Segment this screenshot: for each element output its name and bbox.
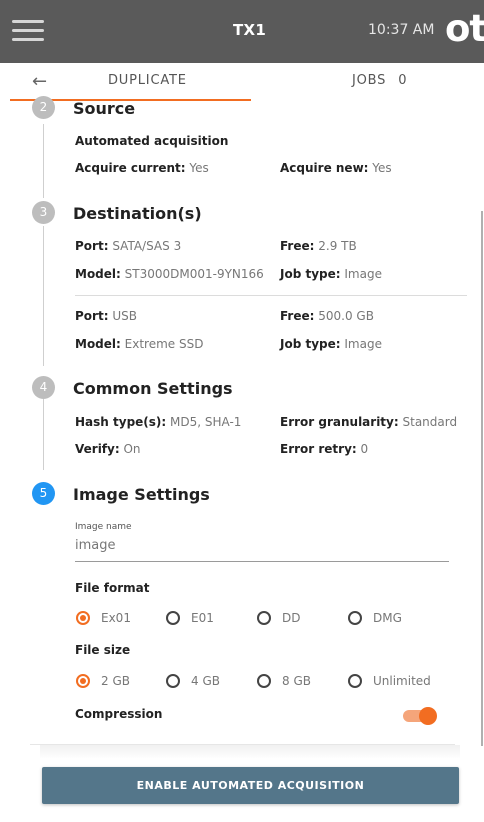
drive-2-free: Free: 500.0 GB bbox=[280, 309, 374, 323]
tab-duplicate[interactable]: DUPLICATE bbox=[108, 73, 187, 88]
error-granularity: Error granularity: Standard bbox=[280, 415, 458, 429]
drive-1-job-type: Job type: Image bbox=[280, 267, 382, 281]
compression-label: Compression bbox=[75, 707, 163, 721]
step-number-common: 4 bbox=[32, 376, 55, 399]
tab-bar: ← DUPLICATE JOBS 0 bbox=[0, 63, 484, 101]
file-size-label: File size bbox=[75, 643, 131, 657]
compression-toggle[interactable] bbox=[403, 707, 437, 725]
radio-size-unlimited[interactable]: Unlimited bbox=[348, 674, 431, 688]
clock: 10:37 AM bbox=[368, 22, 435, 38]
step-title-destination: Destination(s) bbox=[73, 204, 202, 223]
radio-unchecked-icon bbox=[348, 611, 362, 625]
enable-automated-acquisition-button[interactable]: ENABLE AUTOMATED ACQUISITION bbox=[42, 767, 459, 804]
top-app-bar: TX1 10:37 AM ot bbox=[0, 0, 484, 63]
drive-1-free: Free: 2.9 TB bbox=[280, 239, 357, 253]
radio-unchecked-icon bbox=[166, 674, 180, 688]
step-number-source: 2 bbox=[32, 96, 55, 119]
drive-2-port: Port: USB bbox=[75, 309, 137, 323]
step-title-image: Image Settings bbox=[73, 485, 210, 504]
radio-unchecked-icon bbox=[257, 611, 271, 625]
acquire-new: Acquire new: Yes bbox=[280, 161, 392, 175]
radio-format-e01[interactable]: E01 bbox=[166, 611, 214, 625]
radio-size-2gb[interactable]: 2 GB bbox=[76, 674, 130, 688]
radio-checked-icon bbox=[76, 611, 90, 625]
hash-types: Hash type(s): MD5, SHA-1 bbox=[75, 415, 242, 429]
error-retry: Error retry: 0 bbox=[280, 442, 369, 456]
radio-unchecked-icon bbox=[348, 674, 362, 688]
scrollbar[interactable] bbox=[481, 211, 483, 746]
step-title-common: Common Settings bbox=[73, 379, 233, 398]
image-name-input[interactable]: image bbox=[75, 538, 449, 562]
radio-unchecked-icon bbox=[166, 611, 180, 625]
step-title-source: Source bbox=[73, 99, 136, 118]
radio-format-dd[interactable]: DD bbox=[257, 611, 300, 625]
device-name: TX1 bbox=[233, 21, 267, 39]
toggle-knob bbox=[419, 707, 437, 725]
brand-logo: ot bbox=[445, 7, 484, 50]
back-arrow-icon[interactable]: ← bbox=[32, 71, 47, 92]
verify: Verify: On bbox=[75, 442, 141, 456]
image-name-label: Image name bbox=[75, 522, 132, 532]
tab-jobs-label: JOBS bbox=[352, 73, 387, 88]
file-format-label: File format bbox=[75, 581, 150, 595]
step-connector bbox=[43, 226, 44, 366]
step-number-image: 5 bbox=[32, 482, 55, 505]
bottom-shadow bbox=[40, 745, 460, 759]
step-number-destination: 3 bbox=[32, 201, 55, 224]
drive-1-model: Model: ST3000DM001-9YN166 bbox=[75, 267, 264, 281]
step-connector bbox=[43, 398, 44, 470]
radio-unchecked-icon bbox=[257, 674, 271, 688]
radio-size-4gb[interactable]: 4 GB bbox=[166, 674, 220, 688]
drive-1-port: Port: SATA/SAS 3 bbox=[75, 239, 182, 253]
radio-format-dmg[interactable]: DMG bbox=[348, 611, 402, 625]
acquire-current: Acquire current: Yes bbox=[75, 161, 209, 175]
drive-divider bbox=[75, 295, 467, 296]
source-subtitle: Automated acquisition bbox=[75, 134, 229, 148]
step-connector bbox=[43, 124, 44, 198]
drive-2-model: Model: Extreme SSD bbox=[75, 337, 204, 351]
tab-jobs[interactable]: JOBS 0 bbox=[352, 73, 407, 88]
menu-icon[interactable] bbox=[12, 20, 44, 42]
radio-format-ex01[interactable]: Ex01 bbox=[76, 611, 131, 625]
drive-2-job-type: Job type: Image bbox=[280, 337, 382, 351]
radio-checked-icon bbox=[76, 674, 90, 688]
jobs-count-badge: 0 bbox=[398, 73, 408, 88]
radio-size-8gb[interactable]: 8 GB bbox=[257, 674, 311, 688]
